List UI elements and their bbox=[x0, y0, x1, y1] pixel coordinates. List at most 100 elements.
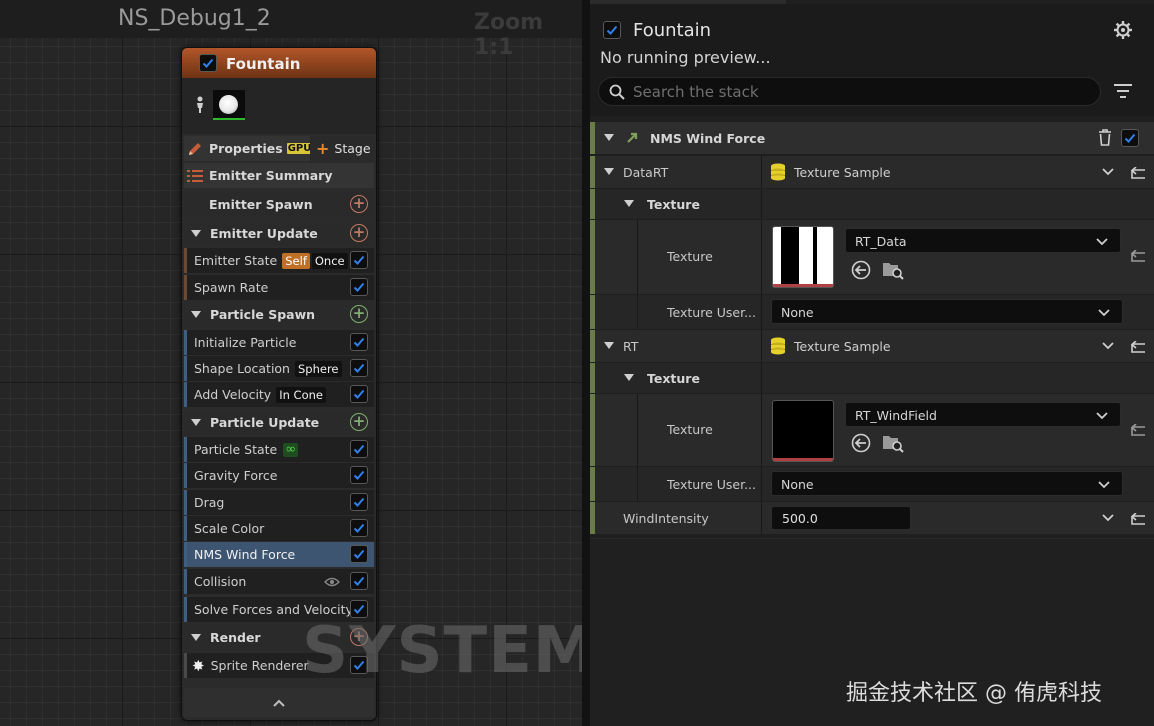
param-wind-intensity[interactable]: WindIntensity 500.0 bbox=[590, 502, 1154, 534]
datart-texture-group[interactable]: Texture bbox=[590, 189, 1154, 219]
module-shape-location[interactable]: Shape Location Sphere bbox=[184, 356, 374, 381]
list-icon bbox=[187, 169, 203, 182]
reset-icon[interactable] bbox=[1130, 250, 1146, 262]
texture-user-dropdown[interactable]: None bbox=[771, 299, 1123, 324]
module-enable-checkbox[interactable] bbox=[350, 545, 368, 563]
emitter-thumbnail[interactable] bbox=[213, 90, 245, 120]
module-enable-checkbox[interactable] bbox=[350, 278, 368, 296]
module-enable-checkbox[interactable] bbox=[350, 359, 368, 377]
reset-icon[interactable] bbox=[1130, 167, 1146, 179]
add-module-button[interactable]: + bbox=[350, 224, 368, 242]
datart-texture-user-row[interactable]: Texture User... None bbox=[590, 295, 1154, 329]
module-initialize-particle[interactable]: Initialize Particle bbox=[184, 330, 374, 355]
emitter-preview-area bbox=[182, 78, 376, 134]
browse-asset-icon[interactable] bbox=[882, 260, 904, 280]
chevron-down-icon bbox=[1098, 309, 1110, 317]
preview-status: No running preview... bbox=[600, 48, 771, 67]
module-enable-checkbox[interactable] bbox=[350, 466, 368, 484]
selection-panel: Fountain No running preview... Search th… bbox=[590, 0, 1154, 726]
module-collision[interactable]: Collision bbox=[184, 569, 374, 594]
module-enable-checkbox[interactable] bbox=[350, 440, 368, 458]
collapse-arrow-icon[interactable] bbox=[624, 200, 634, 207]
chevron-down-icon[interactable] bbox=[1102, 342, 1114, 350]
pencil-icon bbox=[189, 142, 201, 155]
module-spawn-rate[interactable]: Spawn Rate bbox=[184, 275, 374, 300]
emitter-update-section[interactable]: Emitter Update + bbox=[184, 221, 374, 246]
use-selected-icon[interactable] bbox=[851, 260, 871, 280]
stage-button[interactable]: + Stage bbox=[310, 136, 374, 161]
plus-icon: + bbox=[316, 139, 330, 158]
trash-icon[interactable] bbox=[1098, 129, 1112, 146]
module-header-nms-wind-force[interactable]: NMS Wind Force bbox=[590, 122, 1154, 154]
texture-user-dropdown[interactable]: None bbox=[771, 471, 1123, 496]
expand-arrow-icon[interactable] bbox=[604, 168, 614, 175]
collapse-arrow-icon[interactable] bbox=[191, 230, 201, 237]
chevron-down-icon bbox=[1098, 481, 1110, 489]
panel-splitter[interactable] bbox=[582, 0, 590, 726]
module-enable-checkbox[interactable] bbox=[350, 493, 368, 511]
module-enable-checkbox[interactable] bbox=[350, 572, 368, 590]
wind-intensity-input[interactable]: 500.0 bbox=[771, 506, 911, 530]
add-module-button[interactable]: + bbox=[350, 195, 368, 213]
use-selected-icon[interactable] bbox=[851, 433, 871, 453]
reset-icon[interactable] bbox=[1130, 424, 1146, 436]
chevron-down-icon[interactable] bbox=[1102, 514, 1114, 522]
chevron-down-icon bbox=[1096, 412, 1108, 420]
node-enable-checkbox[interactable] bbox=[199, 54, 217, 72]
texture-asset-dropdown[interactable]: RT_WindField bbox=[845, 402, 1121, 427]
browse-asset-icon[interactable] bbox=[882, 433, 904, 453]
module-gravity-force[interactable]: Gravity Force bbox=[184, 463, 374, 488]
module-drag[interactable]: Drag bbox=[184, 490, 374, 515]
rt-windfield-thumbnail[interactable] bbox=[772, 400, 834, 462]
collapse-arrow-icon[interactable] bbox=[624, 374, 634, 381]
rt-texture-row[interactable]: Texture RT_WindField bbox=[590, 394, 1154, 466]
emitter-enable-checkbox[interactable] bbox=[603, 21, 621, 39]
search-input[interactable] bbox=[633, 82, 1093, 102]
particle-spawn-section[interactable]: Particle Spawn + bbox=[184, 302, 374, 327]
collapse-node-button[interactable] bbox=[184, 688, 374, 717]
module-nms-wind-force[interactable]: NMS Wind Force bbox=[184, 542, 374, 567]
rt-texture-user-row[interactable]: Texture User... None bbox=[590, 467, 1154, 501]
collapse-arrow-icon[interactable] bbox=[191, 634, 201, 641]
eye-icon[interactable] bbox=[324, 577, 340, 587]
expand-arrow-icon[interactable] bbox=[604, 342, 614, 349]
node-title: Fountain bbox=[226, 55, 301, 73]
module-enable-checkbox[interactable] bbox=[350, 385, 368, 403]
module-enable-checkbox[interactable] bbox=[350, 519, 368, 537]
search-icon bbox=[609, 84, 625, 100]
rt-texture-group[interactable]: Texture bbox=[590, 363, 1154, 393]
database-icon bbox=[771, 337, 785, 355]
texture-asset-dropdown[interactable]: RT_Data bbox=[845, 228, 1121, 253]
module-arrow-icon bbox=[627, 132, 638, 143]
module-emitter-state[interactable]: Emitter State Self Once bbox=[184, 248, 374, 273]
chevron-down-icon[interactable] bbox=[1102, 168, 1114, 176]
param-datart[interactable]: DataRT Texture Sample bbox=[590, 156, 1154, 188]
module-particle-state[interactable]: Particle State ∞ bbox=[184, 437, 374, 462]
graph-canvas[interactable]: NS_Debug1_2 Zoom 1:1 Fountain Properties… bbox=[0, 0, 582, 726]
module-scale-color[interactable]: Scale Color bbox=[184, 516, 374, 541]
particle-update-section[interactable]: Particle Update + bbox=[184, 410, 374, 435]
add-module-button[interactable]: + bbox=[350, 413, 368, 431]
datart-texture-row[interactable]: Texture RT_Data bbox=[590, 220, 1154, 294]
reset-icon[interactable] bbox=[1130, 341, 1146, 353]
search-box[interactable] bbox=[598, 77, 1101, 106]
properties-label[interactable]: Properties bbox=[209, 141, 283, 156]
system-watermark: SYSTEM bbox=[302, 614, 582, 688]
add-module-button[interactable]: + bbox=[350, 305, 368, 323]
module-enable-checkbox[interactable] bbox=[1121, 129, 1139, 147]
filter-icon[interactable] bbox=[1114, 84, 1132, 98]
gear-icon[interactable] bbox=[1113, 20, 1133, 40]
collapse-arrow-icon[interactable] bbox=[191, 419, 201, 426]
emitter-spawn-section[interactable]: Emitter Spawn + bbox=[184, 192, 374, 217]
rt-data-thumbnail[interactable] bbox=[772, 226, 834, 288]
graph-title: NS_Debug1_2 bbox=[118, 6, 271, 31]
module-add-velocity[interactable]: Add Velocity In Cone bbox=[184, 382, 374, 407]
collapse-arrow-icon[interactable] bbox=[604, 134, 614, 141]
node-header[interactable]: Fountain bbox=[182, 48, 376, 78]
reset-icon[interactable] bbox=[1130, 513, 1146, 525]
param-rt[interactable]: RT Texture Sample bbox=[590, 330, 1154, 362]
module-enable-checkbox[interactable] bbox=[350, 251, 368, 269]
collapse-arrow-icon[interactable] bbox=[191, 311, 201, 318]
module-enable-checkbox[interactable] bbox=[350, 333, 368, 351]
emitter-summary-row[interactable]: Emitter Summary bbox=[184, 163, 374, 188]
